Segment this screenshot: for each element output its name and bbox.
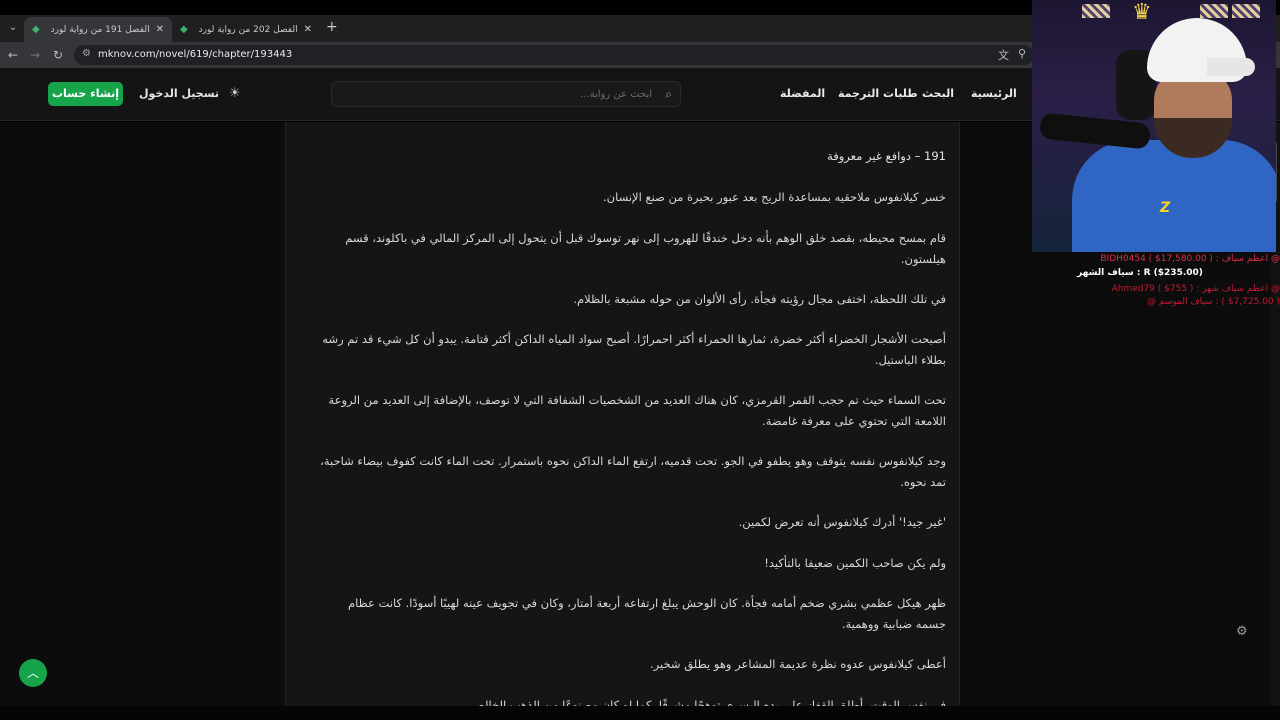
overlay-top-donor: @ أعظم سياف : BIDH0454 ( $17,580.00 ) — [1100, 254, 1280, 264]
decor-pattern — [1200, 4, 1228, 18]
hoodie — [1072, 140, 1276, 252]
tab-title: الفصل 191 من رواية لورد القواعد — [47, 24, 150, 35]
nav-home[interactable]: الرئيسية — [971, 87, 1017, 100]
chapter-paragraph: في تلك اللحظة، اختفى مجال رؤيته فجأة. رأ… — [573, 292, 946, 306]
scroll-to-top-button[interactable]: ︿ — [19, 659, 47, 687]
chapter-paragraph: 'غير جيد!' أدرك كيلانفوس أنه تعرض لكمين. — [738, 515, 946, 529]
overlay-month-donor: R ($235.00) : سياف الشهر — [1077, 268, 1203, 278]
favicon-icon: ◆ — [180, 23, 188, 35]
search-input[interactable] — [342, 82, 652, 106]
chapter-article: 191 – دوافع غير معروفة خسر كيلانفوس ملاح… — [285, 122, 960, 706]
browser-tab-active[interactable]: ◆ الفصل 191 من رواية لورد القواعد ✕ — [24, 17, 172, 42]
forward-icon[interactable]: → — [30, 48, 40, 62]
chapter-paragraph: قام بمسح محيطه، بقصد خلق الوهم بأنه دخل … — [345, 231, 946, 266]
chapter-paragraph: خسر كيلانفوس ملاحقيه بمساعدة الريح بعد ع… — [602, 190, 946, 204]
nav-favorites[interactable]: المفضلة — [780, 87, 825, 100]
signup-button[interactable]: إنشاء حساب — [48, 82, 123, 106]
tab-title: الفصل 202 من رواية لورد القواعد — [195, 24, 298, 35]
browser-tab[interactable]: ◆ الفصل 202 من رواية لورد القواعد ✕ — [172, 17, 320, 42]
chapter-paragraph: ظهر هيكل عظمي بشري ضخم أمامه فجأة. كان ا… — [347, 596, 946, 631]
novel-search: ⌕ — [331, 81, 681, 107]
tab-close-icon[interactable]: ✕ — [156, 24, 164, 35]
chapter-paragraph: أصبحت الأشجار الخضراء أكثر خضرة، ثمارها … — [322, 332, 946, 367]
omnibox[interactable]: ⚙ mknov.com/novel/619/chapter/193443 — [74, 45, 1034, 65]
reload-icon[interactable]: ↻ — [53, 48, 63, 62]
nav-translation-requests[interactable]: طلبات الترجمة — [838, 87, 918, 100]
chapter-paragraph: تحت السماء حيث تم حجب القمر القرمزي، كان… — [328, 393, 946, 428]
nav-search[interactable]: البحث — [922, 87, 954, 100]
theme-toggle-icon[interactable]: ☀ — [229, 86, 241, 101]
overlay-line: @ أعظم سياف شهر : Ahmed79 ( $755 ) — [1111, 284, 1280, 294]
streamer-webcam: ♛ Z — [1032, 0, 1276, 252]
new-tab-icon[interactable]: + — [326, 19, 338, 35]
decor-pattern — [1082, 4, 1110, 18]
zoom-icon[interactable]: ⚲ — [1018, 47, 1026, 60]
login-link[interactable]: تسجيل الدخول — [139, 87, 219, 100]
cap-brim — [1207, 58, 1255, 76]
chapter-paragraph: وجد كيلانفوس نفسه يتوقف وهو يطفو في الجو… — [320, 454, 946, 489]
chapter-paragraph: ولم يكن صاحب الكمين ضعيفا بالتأكيد! — [764, 556, 946, 570]
url-text: mknov.com/novel/619/chapter/193443 — [98, 49, 293, 60]
tab-search-icon[interactable]: ⌄ — [4, 19, 22, 37]
chapter-paragraph: في نفس الوقت، أطلق القفاز على يده اليسرى… — [467, 698, 946, 706]
chapter-paragraph: أعطى كيلانفوس عدوه نظرة عديمة المشاعر وه… — [650, 657, 946, 671]
search-icon[interactable]: ⌕ — [665, 87, 672, 102]
chapter-title: 191 – دوافع غير معروفة — [827, 149, 946, 163]
crown-icon: ♛ — [1132, 0, 1152, 25]
bottom-black-bar — [0, 706, 1280, 720]
favicon-icon: ◆ — [32, 23, 40, 35]
tab-close-icon[interactable]: ✕ — [304, 24, 312, 35]
reader-settings-icon[interactable]: ⚙ — [1236, 624, 1248, 639]
decor-pattern — [1232, 4, 1260, 18]
site-info-icon[interactable]: ⚙ — [82, 48, 91, 59]
back-icon[interactable]: ← — [8, 48, 18, 62]
translate-icon[interactable]: 文 — [998, 47, 1009, 63]
hoodie-logo: Z — [1160, 200, 1171, 216]
overlay-line: ( $7,725.00 ) : سياف الموسم @ — [1147, 297, 1280, 307]
